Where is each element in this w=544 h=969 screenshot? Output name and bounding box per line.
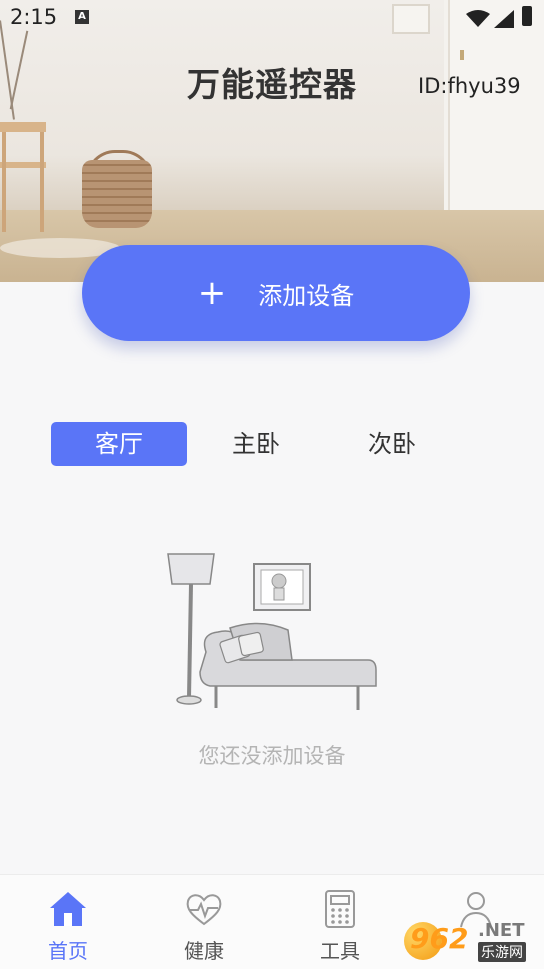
nav-health-label: 健康 xyxy=(184,939,224,963)
battery-icon xyxy=(522,6,532,26)
basket xyxy=(82,160,152,228)
tab-master-bedroom[interactable]: 主卧 xyxy=(188,422,324,466)
nav-tools-label: 工具 xyxy=(320,939,360,963)
tab-living-room[interactable]: 客厅 xyxy=(51,422,187,466)
status-bar: 2:15 A xyxy=(0,0,544,36)
watermark-domain: .NET xyxy=(478,920,525,941)
plus-icon: + xyxy=(197,273,227,313)
status-time: 2:15 xyxy=(10,5,58,29)
room-tabs: 客厅 主卧 次卧 xyxy=(0,422,544,468)
header-background-photo xyxy=(0,0,544,282)
watermark-number: 962 xyxy=(410,922,469,955)
watermark-site: 乐游网 xyxy=(478,942,526,962)
signal-icon xyxy=(494,10,514,28)
nav-home[interactable]: 首页 xyxy=(18,875,118,969)
notification-a-icon: A xyxy=(75,10,89,24)
heart-pulse-icon xyxy=(186,894,222,926)
add-device-label: 添加设备 xyxy=(258,281,355,310)
nav-tools[interactable]: 工具 xyxy=(290,875,390,969)
calculator-icon xyxy=(325,890,355,928)
wifi-icon xyxy=(466,10,490,27)
nav-health[interactable]: 健康 xyxy=(154,875,254,969)
user-id: ID:fhyu39 xyxy=(418,74,521,98)
site-watermark: 962 .NET 乐游网 xyxy=(404,918,544,964)
empty-state-message: 您还没添加设备 xyxy=(198,744,346,768)
add-device-button[interactable]: + 添加设备 xyxy=(82,245,470,341)
home-icon xyxy=(50,892,86,926)
nav-home-label: 首页 xyxy=(48,939,88,963)
side-table xyxy=(0,122,46,232)
sofa-lamp-illustration xyxy=(167,553,377,710)
tab-second-bedroom[interactable]: 次卧 xyxy=(324,422,460,466)
